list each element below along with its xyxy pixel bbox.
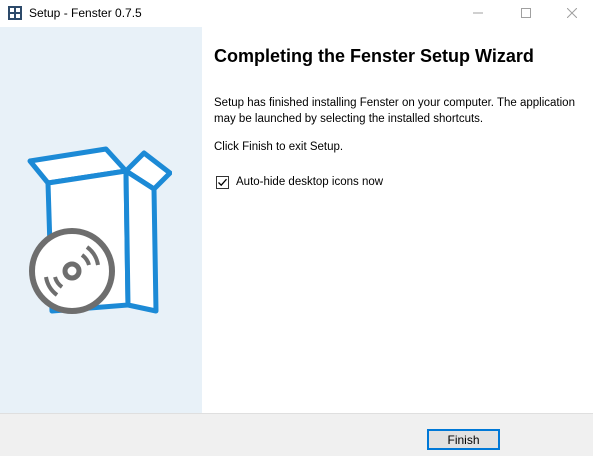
auto-hide-checkbox[interactable]: [216, 175, 229, 189]
maximize-button[interactable]: [503, 0, 549, 27]
minimize-button[interactable]: [455, 0, 501, 27]
title-bar: Setup - Fenster 0.7.5: [0, 0, 593, 27]
finish-button[interactable]: Finish: [427, 429, 500, 450]
setup-window: Setup - Fenster 0.7.5 Completing the Fen…: [0, 0, 593, 456]
close-icon: [566, 7, 578, 21]
auto-hide-option[interactable]: Auto-hide desktop icons now: [216, 174, 383, 190]
installer-app-icon: [7, 5, 23, 21]
checkmark-icon: [218, 178, 227, 186]
button-bar: Finish: [0, 413, 593, 456]
auto-hide-label[interactable]: Auto-hide desktop icons now: [236, 176, 383, 188]
completion-message: Setup has finished installing Fenster on…: [214, 97, 575, 125]
software-box-with-disc-icon: [22, 143, 173, 331]
wizard-body: Completing the Fenster Setup Wizard Setu…: [0, 27, 593, 413]
maximize-icon: [521, 7, 531, 21]
exit-instruction: Click Finish to exit Setup.: [214, 141, 344, 153]
wizard-side-panel: [0, 27, 202, 413]
minimize-icon: [473, 7, 483, 21]
page-title: Completing the Fenster Setup Wizard: [214, 46, 534, 66]
window-title: Setup - Fenster 0.7.5: [29, 6, 142, 20]
close-button[interactable]: [549, 0, 593, 27]
